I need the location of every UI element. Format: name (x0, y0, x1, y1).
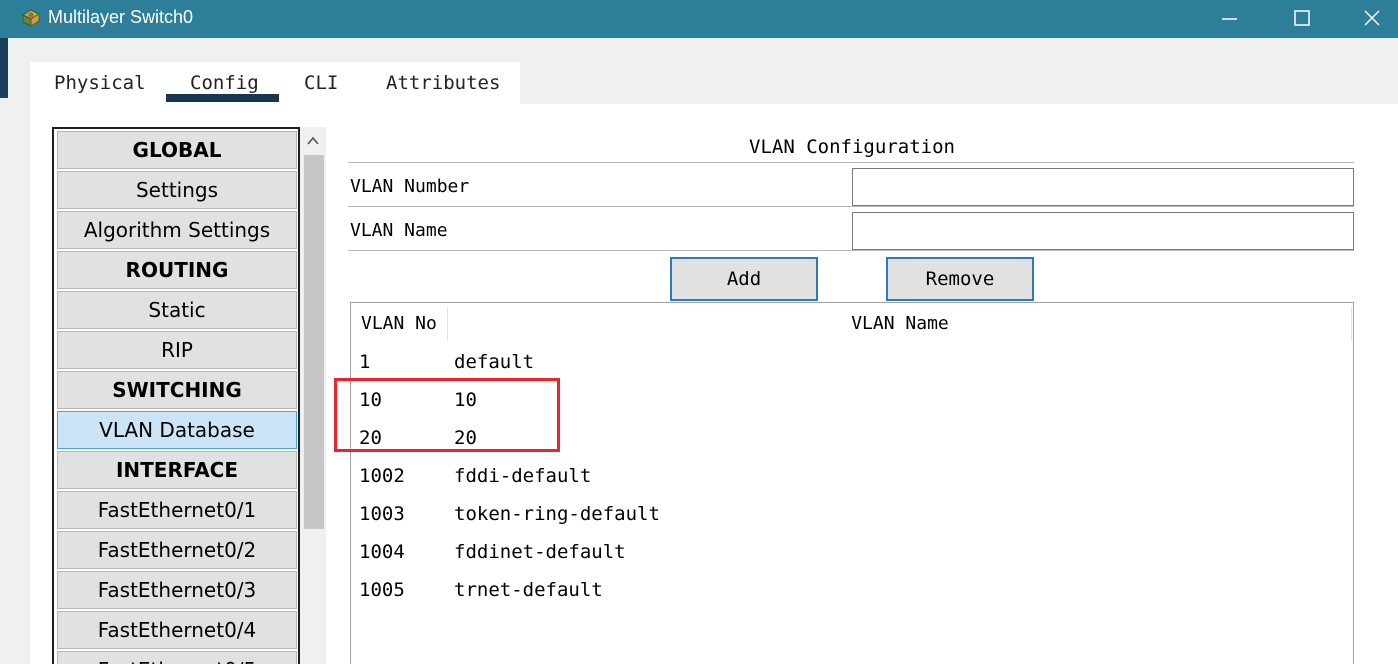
tab-config[interactable]: Config (190, 72, 259, 94)
vlan-no-cell: 1003 (359, 503, 405, 525)
scroll-thumb[interactable] (304, 155, 324, 529)
nav-scrollbar[interactable] (300, 127, 326, 664)
vlan-no-cell: 1002 (359, 465, 405, 487)
add-button[interactable]: Add (670, 257, 818, 301)
column-header-vlan-no[interactable]: VLAN No (361, 313, 437, 334)
vlan-name-input[interactable] (852, 212, 1354, 250)
tab-bar: Physical Config CLI Attributes (30, 62, 520, 104)
active-tab-indicator (166, 94, 279, 102)
nav-item-fastethernet0-4[interactable]: FastEthernet0/4 (57, 611, 297, 649)
vlan-no-cell: 1 (359, 351, 371, 373)
vlan-name-cell: token-ring-default (454, 503, 660, 525)
divider (348, 206, 1354, 207)
column-header-vlan-name[interactable]: VLAN Name (447, 313, 1353, 334)
title-bar: Multilayer Switch0 (0, 0, 1398, 38)
table-row[interactable]: 1003 token-ring-default (351, 495, 1351, 533)
vlan-config-title: VLAN Configuration (749, 136, 955, 158)
nav-header-switching: SWITCHING (57, 371, 297, 409)
divider (348, 162, 1354, 163)
nav-item-static[interactable]: Static (57, 291, 297, 329)
annotation-highlight-box (334, 378, 560, 452)
nav-header-global: GLOBAL (57, 131, 297, 169)
scroll-up-icon[interactable] (300, 127, 326, 155)
minimize-icon (1222, 18, 1237, 20)
vlan-no-cell: 1004 (359, 541, 405, 563)
vlan-name-cell: trnet-default (454, 579, 603, 601)
nav-item-fastethernet0-5[interactable]: FastEthernet0/5 (57, 651, 297, 664)
close-button[interactable] (1350, 0, 1396, 38)
nav-item-settings[interactable]: Settings (57, 171, 297, 209)
vlan-number-label: VLAN Number (350, 176, 470, 197)
nav-header-routing: ROUTING (57, 251, 297, 289)
tab-cli[interactable]: CLI (304, 72, 338, 94)
nav-item-fastethernet0-1[interactable]: FastEthernet0/1 (57, 491, 297, 529)
remove-button[interactable]: Remove (886, 257, 1034, 301)
table-row[interactable]: 1005 trnet-default (351, 571, 1351, 609)
vlan-no-cell: 1005 (359, 579, 405, 601)
table-row[interactable]: 1 default (351, 343, 1351, 381)
table-row[interactable]: 1002 fddi-default (351, 457, 1351, 495)
maximize-icon (1294, 10, 1310, 26)
close-icon (1364, 10, 1380, 26)
window-title: Multilayer Switch0 (48, 7, 194, 27)
vlan-name-cell: fddinet-default (454, 541, 626, 563)
nav-item-fastethernet0-3[interactable]: FastEthernet0/3 (57, 571, 297, 609)
vlan-name-label: VLAN Name (350, 220, 448, 241)
nav-item-fastethernet0-2[interactable]: FastEthernet0/2 (57, 531, 297, 569)
divider (348, 250, 1354, 251)
vlan-table: VLAN No VLAN Name 1 default 10 10 20 20 … (350, 302, 1354, 664)
nav-item-rip[interactable]: RIP (57, 331, 297, 369)
vlan-number-input[interactable] (852, 168, 1354, 206)
nav-item-algorithm-settings[interactable]: Algorithm Settings (57, 211, 297, 249)
nav-item-vlan-database[interactable]: VLAN Database (57, 411, 297, 449)
config-nav: GLOBAL Settings Algorithm Settings ROUTI… (52, 127, 300, 664)
vlan-name-cell: default (454, 351, 535, 373)
vlan-name-cell: fddi-default (454, 465, 592, 487)
column-separator (1351, 307, 1352, 341)
tab-physical[interactable]: Physical (54, 72, 146, 94)
app-switch-icon (21, 9, 41, 27)
minimize-button[interactable] (1212, 0, 1258, 38)
maximize-button[interactable] (1280, 0, 1326, 38)
window-edge (0, 38, 8, 98)
tab-attributes[interactable]: Attributes (386, 72, 500, 94)
table-row[interactable]: 1004 fddinet-default (351, 533, 1351, 571)
nav-header-interface: INTERFACE (57, 451, 297, 489)
